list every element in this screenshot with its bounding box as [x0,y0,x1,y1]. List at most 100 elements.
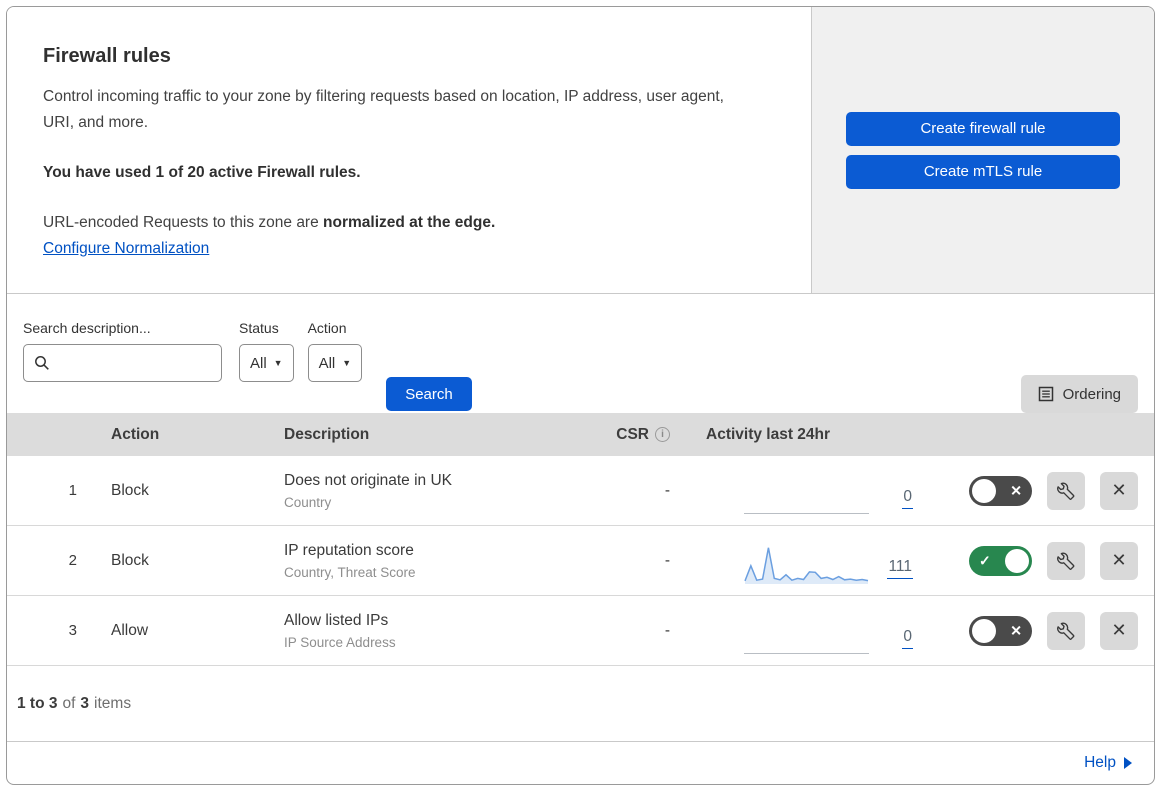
create-firewall-rule-button[interactable]: Create firewall rule [846,111,1120,146]
filter-bar: Search description... Status All ▼ Actio… [7,294,1154,413]
close-icon: ✕ [1111,480,1127,500]
rule-description: Allow listed IPs [284,611,389,629]
action-select[interactable]: All ▼ [307,344,363,382]
rule-description: IP reputation score [284,541,414,559]
toggle-state-icon: ✓ [979,552,991,568]
delete-rule-button[interactable]: ✕ [1100,611,1138,650]
search-label: Search description... [23,320,151,336]
status-label: Status [239,320,279,336]
activity-column-header: Activity last 24hr [706,425,831,443]
action-label: Action [307,320,347,336]
help-link-label: Help [1084,754,1116,771]
search-button[interactable]: Search [386,377,472,411]
table-footer: 1 to 3 of 3 items [7,666,1154,742]
action-filter-group: Action All ▼ [307,320,363,382]
rule-controls: ✓ ✕ [920,541,1154,580]
rule-action: Block [111,551,149,569]
status-filter-group: Status All ▼ [239,320,294,382]
rule-priority: 2 [68,552,77,569]
action-column-header: Action [111,425,160,443]
search-icon [34,355,50,371]
info-icon[interactable]: i [655,427,670,442]
of-text: of [62,694,76,712]
rule-enabled-toggle[interactable]: ✕ [969,475,1032,506]
page-description: Control incoming traffic to your zone by… [43,88,724,131]
rule-enabled-toggle[interactable]: ✓ [969,545,1032,576]
description-column-header: Description [284,425,370,443]
create-mtls-rule-button[interactable]: Create mTLS rule [846,154,1120,189]
edit-rule-button[interactable] [1047,541,1085,580]
chevron-down-icon: ▼ [342,358,352,368]
rule-action: Block [111,481,149,499]
status-select[interactable]: All ▼ [239,344,294,382]
rule-fields: Country [284,494,332,510]
normalization-note: URL-encoded Requests to this zone are no… [43,210,771,236]
wrench-icon [1056,482,1074,500]
delete-rule-button[interactable]: ✕ [1100,541,1138,580]
normalization-prefix: URL-encoded Requests to this zone are [43,214,324,231]
rule-description: Does not originate in UK [284,471,453,489]
rule-fields: Country, Threat Score [284,564,416,580]
edit-rule-button[interactable] [1047,471,1085,510]
wrench-icon [1056,622,1074,640]
csr-column-header: CSR i [590,426,670,444]
items-range: 1 to 3 [17,694,58,712]
activity-sparkline [744,541,869,585]
arrow-right-icon [1124,757,1132,769]
normalization-bold: normalized at the edge. [323,214,496,231]
table-row: 1 Block Does not originate in UK Country… [7,456,1154,526]
status-select-value: All [250,354,267,372]
search-group: Search description... [23,320,222,382]
toggle-knob [972,618,996,643]
rule-priority: 3 [68,622,77,639]
firewall-rules-card: Firewall rules Control incoming traffic … [6,6,1155,785]
rule-priority: 1 [68,482,77,499]
rule-csr-value: - [664,551,670,569]
table-row: 3 Allow Allow listed IPs IP Source Addre… [7,596,1154,666]
table-header-row: Action Description CSR i Activity last 2… [7,413,1154,456]
rule-activity-cell: 111 [670,526,920,595]
toggle-state-icon: ✕ [1010,482,1022,498]
rule-action: Allow [111,621,149,639]
rule-activity-cell: 0 [670,456,920,525]
close-icon: ✕ [1111,550,1127,570]
activity-sparkline [744,611,869,655]
wrench-icon [1056,552,1074,570]
activity-sparkline [744,471,869,515]
help-link[interactable]: Help [1084,754,1132,772]
delete-rule-button[interactable]: ✕ [1100,471,1138,510]
rule-description-cell: Does not originate in UK Country [260,472,590,510]
close-icon: ✕ [1111,620,1127,640]
action-select-value: All [318,354,336,372]
ordering-button-label: Ordering [1062,385,1121,403]
rule-description-cell: IP reputation score Country, Threat Scor… [260,542,590,580]
rule-description-cell: Allow listed IPs IP Source Address [260,612,590,650]
rule-fields: IP Source Address [284,634,396,650]
csr-header-label: CSR [616,425,649,443]
configure-normalization-link[interactable]: Configure Normalization [43,240,209,257]
rule-controls: ✕ ✕ [920,611,1154,650]
items-total: 3 [80,694,90,712]
rule-csr-value: - [664,621,670,639]
ordering-button[interactable]: Ordering [1020,375,1138,413]
edit-rule-button[interactable] [1047,611,1085,650]
rule-activity-cell: 0 [670,596,920,665]
list-icon [1038,386,1054,402]
table-row: 2 Block IP reputation score Country, Thr… [7,526,1154,596]
search-input-wrap [23,344,222,382]
help-bar: Help [7,742,1154,784]
hero-actions-panel: Create firewall rule Create mTLS rule [812,7,1154,293]
activity-count-link[interactable]: 0 [902,488,913,509]
activity-count-link[interactable]: 111 [887,558,913,579]
hero-text-panel: Firewall rules Control incoming traffic … [7,7,812,293]
activity-count-link[interactable]: 0 [902,628,913,649]
toggle-knob [972,478,996,503]
search-input[interactable] [58,355,211,371]
page-title: Firewall rules [43,45,171,67]
items-text: items [94,694,132,712]
toggle-state-icon: ✕ [1010,622,1022,638]
hero-section: Firewall rules Control incoming traffic … [7,7,1154,294]
rule-enabled-toggle[interactable]: ✕ [969,615,1032,646]
toggle-knob [1005,548,1029,573]
rule-controls: ✕ ✕ [920,471,1154,510]
